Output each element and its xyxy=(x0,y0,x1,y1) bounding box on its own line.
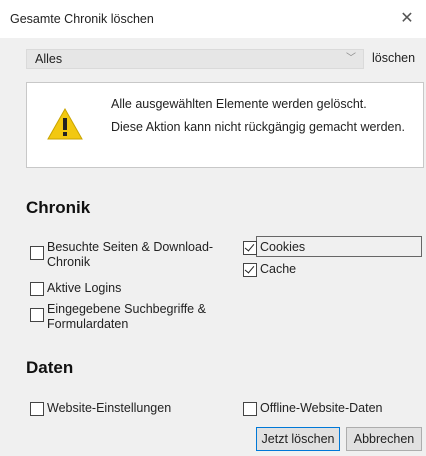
clear-history-dialog: Gesamte Chronik löschen ✕ Alles ﹀ lösche… xyxy=(0,0,426,456)
checkbox-form-data[interactable]: Eingegebene Suchbegriffe & Formulardaten xyxy=(30,302,230,332)
checkbox-box[interactable] xyxy=(30,402,44,416)
time-range-value: Alles xyxy=(35,52,63,66)
clear-now-button[interactable]: Jetzt löschen xyxy=(256,427,340,451)
checkbox-cache[interactable]: Cache xyxy=(243,262,296,277)
checkbox-label: Besuchte Seiten & Download-Chronik xyxy=(47,240,214,269)
warning-box: Alle ausgewählten Elemente werden gelösc… xyxy=(26,82,424,168)
checkbox-visited-pages[interactable]: Besuchte Seiten & Download-Chronik xyxy=(30,240,230,270)
checkbox-box[interactable] xyxy=(243,241,257,255)
checkbox-box[interactable] xyxy=(30,282,44,296)
checkbox-offline-data[interactable]: Offline-Website-Daten xyxy=(243,401,383,416)
history-heading: Chronik xyxy=(26,198,91,217)
checkbox-label: Eingegebene Suchbegriffe & Formulardaten xyxy=(47,302,206,331)
time-range-row: Alles ﹀ löschen xyxy=(26,49,418,69)
checkbox-label: Website-Einstellungen xyxy=(47,401,172,415)
checkbox-box[interactable] xyxy=(30,308,44,322)
checkbox-label: Offline-Website-Daten xyxy=(260,401,383,415)
checkbox-site-settings[interactable]: Website-Einstellungen xyxy=(30,401,171,416)
warning-line-2: Diese Aktion kann nicht rückgängig gemac… xyxy=(111,120,405,134)
checkbox-active-logins[interactable]: Aktive Logins xyxy=(30,281,121,296)
dialog-title: Gesamte Chronik löschen xyxy=(10,12,154,26)
chevron-down-icon: ﹀ xyxy=(346,53,356,64)
warning-icon xyxy=(47,108,83,140)
close-icon[interactable]: ✕ xyxy=(396,8,418,30)
cancel-button[interactable]: Abbrechen xyxy=(346,427,422,451)
time-range-trailing-label: löschen xyxy=(372,51,416,65)
warning-line-1: Alle ausgewählten Elemente werden gelösc… xyxy=(111,97,367,111)
checkbox-label: Cache xyxy=(260,262,297,276)
warning-text: Alle ausgewählten Elemente werden gelösc… xyxy=(111,96,411,136)
checkbox-box[interactable] xyxy=(30,246,44,260)
checkbox-box[interactable] xyxy=(243,402,257,416)
data-heading: Daten xyxy=(26,358,74,377)
time-range-select[interactable]: Alles ﹀ xyxy=(26,49,364,69)
checkbox-label: Cookies xyxy=(260,240,306,254)
checkbox-cookies[interactable]: Cookies xyxy=(243,240,305,255)
checkbox-box[interactable] xyxy=(243,263,257,277)
checkbox-label: Aktive Logins xyxy=(47,281,122,295)
title-bar: Gesamte Chronik löschen ✕ xyxy=(0,0,426,38)
